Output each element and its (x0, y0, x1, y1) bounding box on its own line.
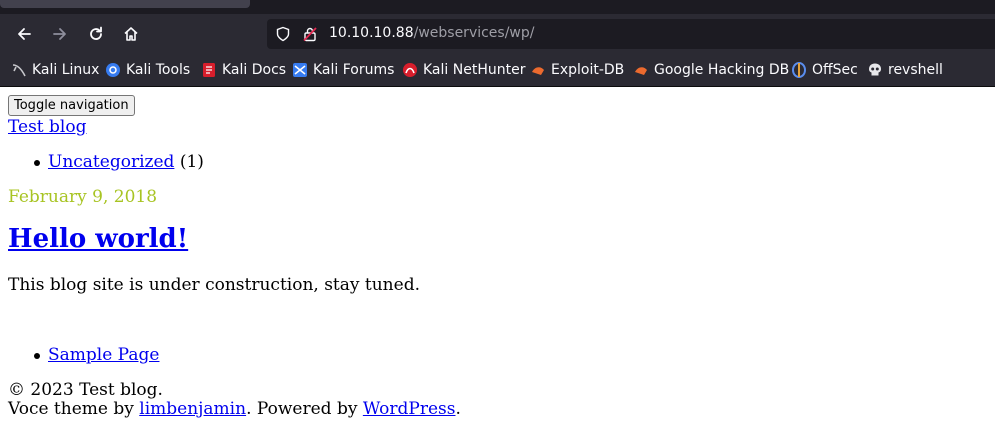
tab-strip (0, 0, 995, 14)
bookmark-label: OffSec (812, 62, 858, 78)
wordpress-link[interactable]: WordPress (363, 399, 456, 419)
post-date: February 9, 2018 (8, 187, 158, 207)
url-path: /webservices/wp/ (413, 25, 535, 41)
kali-nethunter-icon (402, 62, 418, 78)
arrow-left-icon (18, 28, 31, 40)
bookmark-label: Kali Linux (32, 62, 100, 78)
ghdb-icon (633, 62, 649, 78)
bookmark-exploit-db[interactable]: Exploit-DB (530, 61, 624, 79)
bookmark-label: revshell (888, 62, 943, 78)
category-item: Uncategorized (1) (48, 152, 204, 172)
bookmark-label: Google Hacking DB (654, 62, 790, 78)
skull-icon (867, 62, 883, 78)
forward-button[interactable] (49, 23, 71, 45)
site-title-link[interactable]: Test blog (8, 117, 86, 137)
offsec-icon (791, 62, 807, 78)
footer-credits: Voce theme by limbenjamin. Powered by Wo… (8, 399, 461, 419)
category-link[interactable]: Uncategorized (48, 152, 174, 172)
kali-docs-icon (201, 62, 217, 78)
category-count: (1) (179, 152, 204, 172)
bookmark-label: Exploit-DB (551, 62, 625, 78)
bookmark-label: Kali Docs (222, 62, 287, 78)
reload-icon (90, 26, 102, 40)
bookmark-kali-nethunter[interactable]: Kali NetHunter (402, 61, 525, 79)
bookmark-kali-linux[interactable]: Kali Linux (11, 61, 99, 79)
bookmark-kali-tools[interactable]: Kali Tools (105, 61, 190, 79)
post-body: This blog site is under construction, st… (8, 275, 420, 295)
kali-dragon-icon (11, 62, 27, 78)
url-text[interactable]: 10.10.10.88/webservices/wp/ (329, 25, 535, 41)
home-button[interactable] (120, 23, 142, 45)
browser-toolbar: 10.10.10.88/webservices/wp/ (0, 14, 995, 54)
list-bullet (34, 353, 40, 359)
bookmark-label: Kali NetHunter (423, 62, 526, 78)
bookmark-kali-docs[interactable]: Kali Docs (201, 61, 286, 79)
footer-copyright: © 2023 Test blog. (8, 380, 163, 400)
home-icon (124, 27, 138, 41)
page-list-item: Sample Page (48, 345, 159, 365)
bookmark-label: Kali Tools (126, 62, 191, 78)
sample-page-link[interactable]: Sample Page (48, 345, 159, 365)
insecure-lock-icon[interactable] (302, 26, 318, 47)
list-bullet (34, 160, 40, 166)
powered-by-text: . Powered by (246, 399, 363, 419)
bookmark-label: Kali Forums (313, 62, 395, 78)
bookmark-offsec[interactable]: OffSec (791, 61, 858, 79)
bookmarks-toolbar: Kali Linux Kali Tools Kali Docs Kali For… (0, 54, 995, 87)
exploit-db-icon (530, 62, 546, 78)
theme-author-link[interactable]: limbenjamin (139, 399, 246, 419)
kali-forums-icon (292, 62, 308, 78)
theme-credit-text: Voce theme by (8, 399, 140, 419)
post-title-link[interactable]: Hello world! (8, 224, 188, 254)
reload-button[interactable] (85, 23, 107, 45)
back-button[interactable] (13, 23, 35, 45)
kali-tools-icon (105, 62, 121, 78)
url-host: 10.10.10.88 (329, 25, 414, 41)
toggle-navigation-button[interactable]: Toggle navigation (8, 95, 135, 116)
arrow-right-icon (53, 28, 66, 40)
bookmark-revshell[interactable]: revshell (867, 61, 943, 79)
credits-period: . (455, 399, 461, 419)
url-bar[interactable]: 10.10.10.88/webservices/wp/ (267, 19, 995, 49)
bookmark-kali-forums[interactable]: Kali Forums (292, 61, 394, 79)
bookmark-google-hacking-db[interactable]: Google Hacking DB (633, 61, 789, 79)
page-content: Toggle navigation Test blog Uncategorize… (0, 86, 995, 432)
shield-icon[interactable] (275, 26, 291, 47)
active-tab[interactable] (0, 0, 250, 8)
